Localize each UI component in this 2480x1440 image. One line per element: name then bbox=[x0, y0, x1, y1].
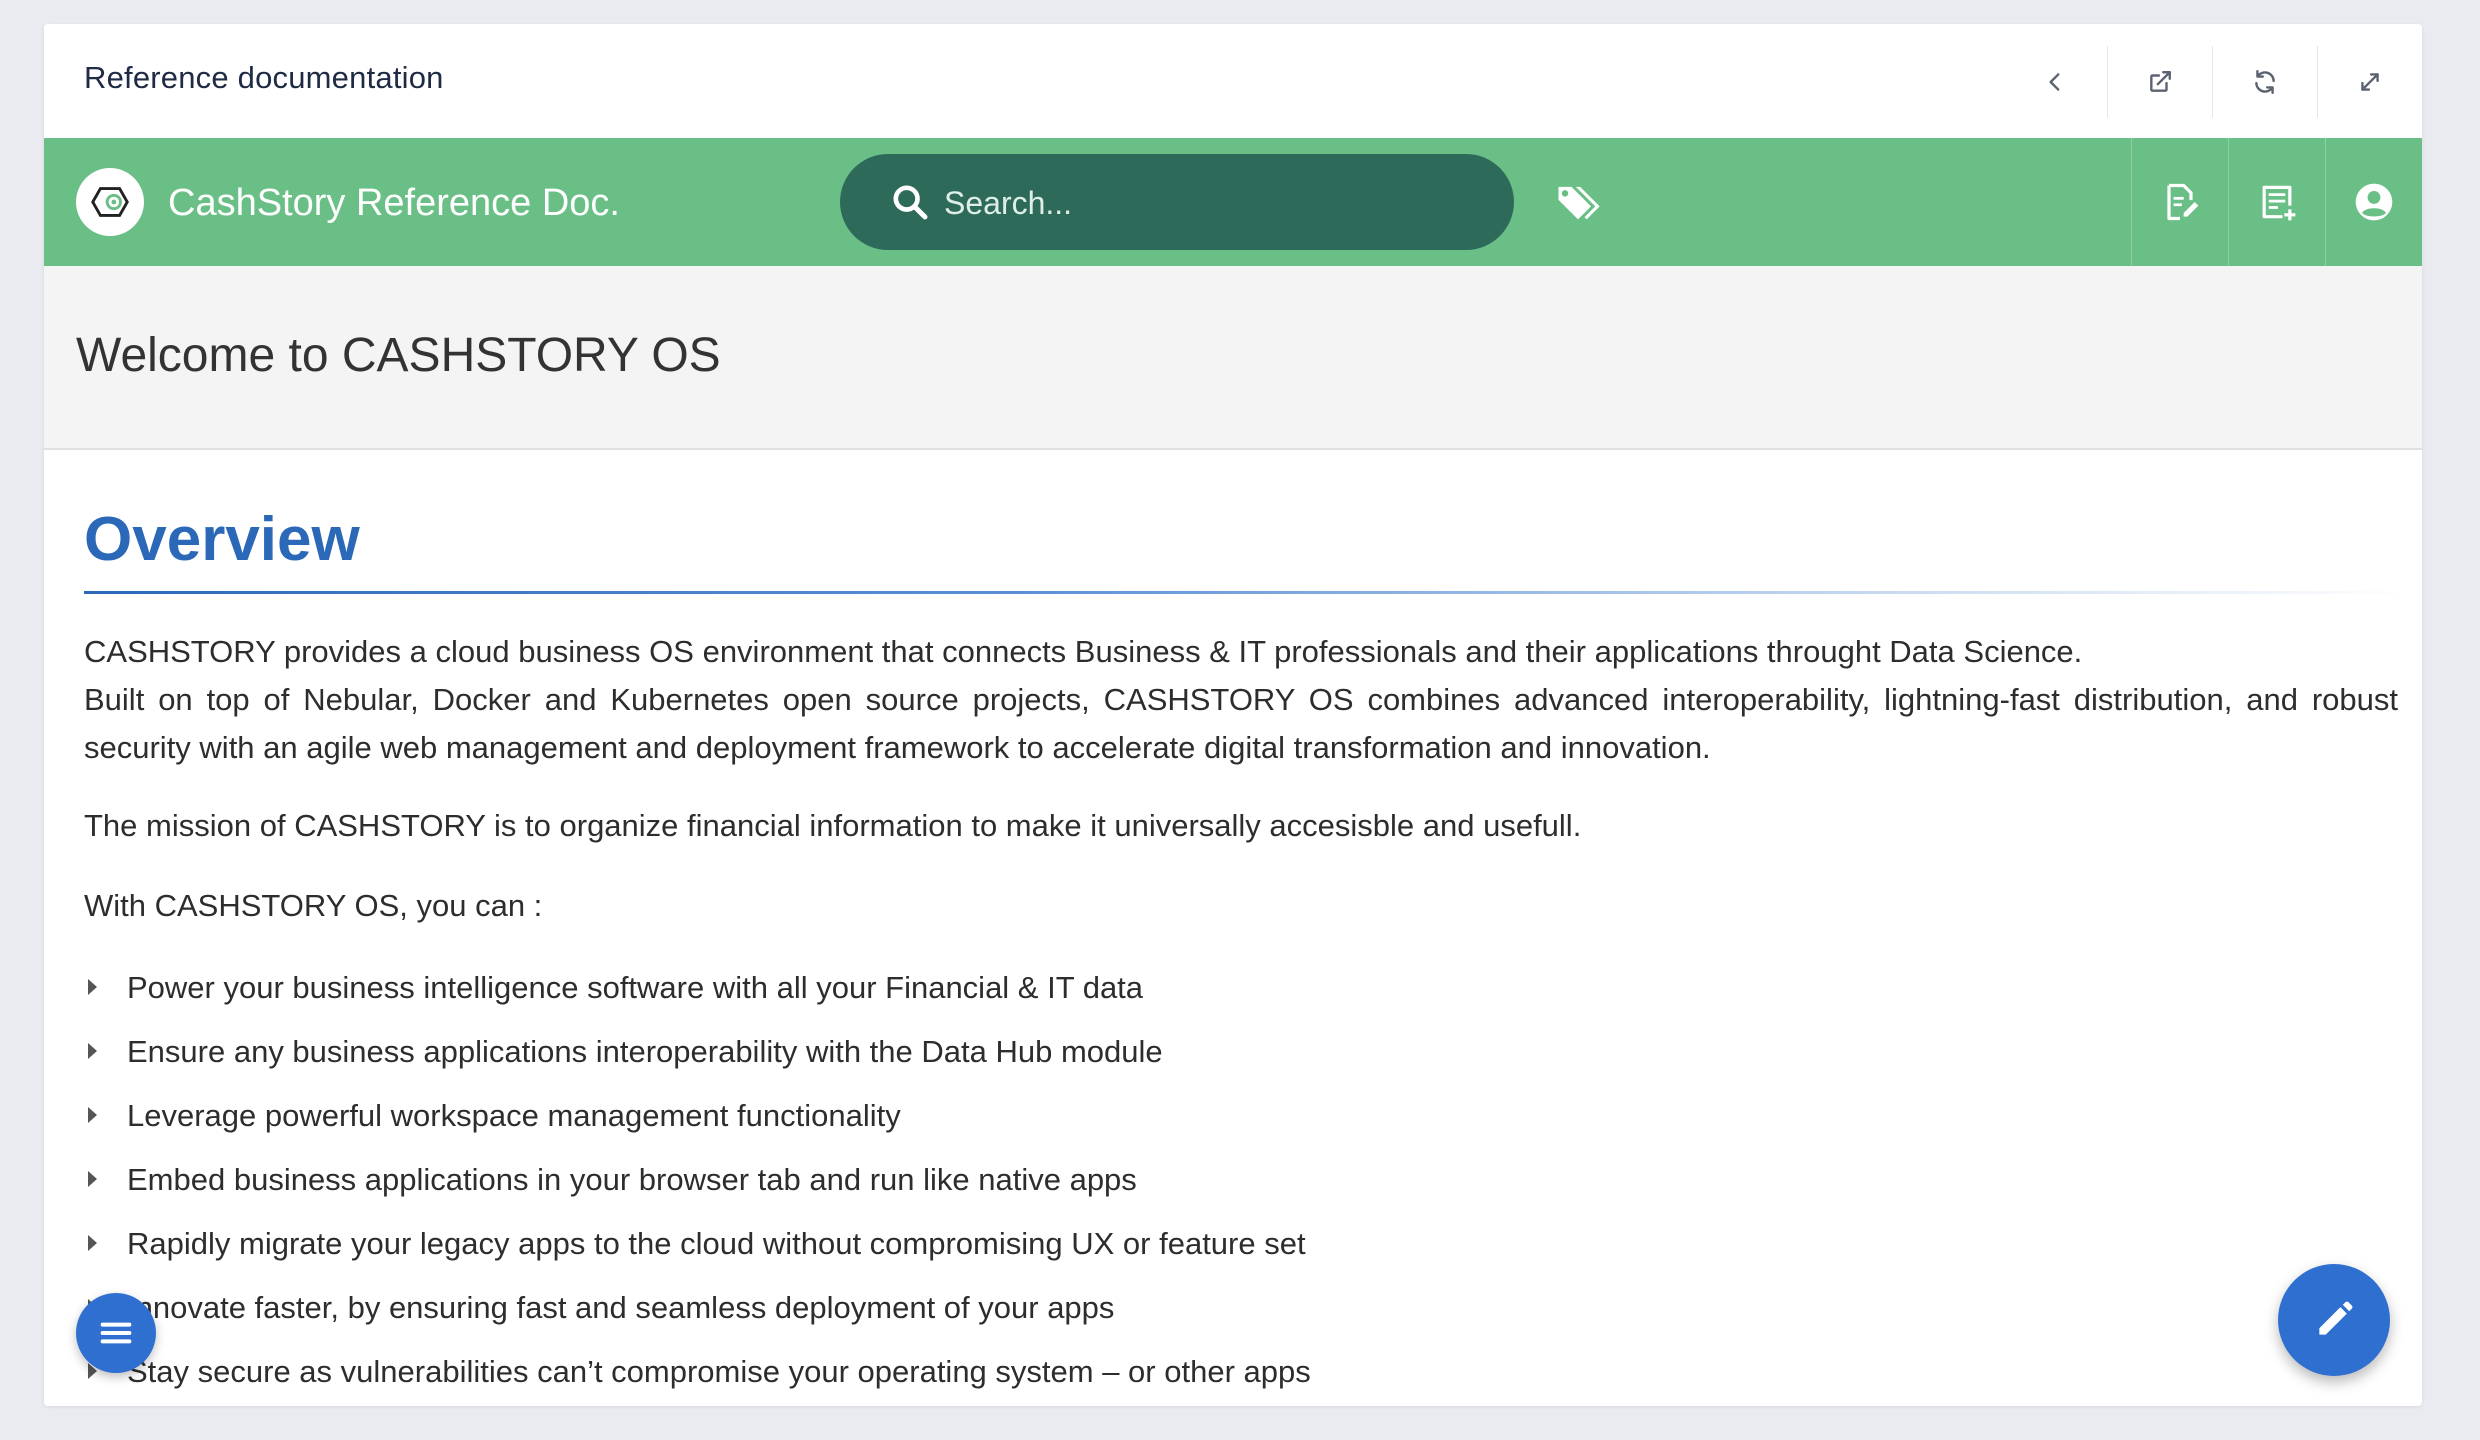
app-bar: CashStory Reference Doc. bbox=[44, 138, 2422, 266]
expand-button[interactable] bbox=[2317, 46, 2422, 118]
edit-fab-button[interactable] bbox=[2278, 1264, 2390, 1376]
capabilities-intro: With CASHSTORY OS, you can : bbox=[84, 888, 543, 923]
caret-right-icon bbox=[88, 1043, 97, 1059]
caret-right-icon bbox=[88, 1107, 97, 1123]
mission-paragraph: The mission of CASHSTORY is to organize … bbox=[84, 808, 1582, 843]
list-item-text: Ensure any business applications interop… bbox=[127, 1034, 1163, 1069]
chevron-left-icon bbox=[2049, 73, 2060, 91]
expand-icon bbox=[2361, 73, 2379, 91]
capabilities-list: Power your business intelligence softwar… bbox=[84, 964, 2398, 1406]
list-item: Innovate faster, by ensuring fast and se… bbox=[84, 1284, 2398, 1348]
caret-right-icon bbox=[88, 1235, 97, 1251]
page-title-band: Welcome to CASHSTORY OS bbox=[44, 266, 2422, 450]
search-icon bbox=[893, 185, 928, 220]
list-item: Stay secure as vulnerabilities can’t com… bbox=[84, 1348, 2398, 1406]
intro-paragraph: CASHSTORY provides a cloud business OS e… bbox=[84, 628, 2398, 772]
back-button[interactable] bbox=[2003, 46, 2107, 118]
cashstory-logo-icon bbox=[91, 187, 129, 217]
panel-header: Reference documentation bbox=[44, 24, 2422, 138]
search-input[interactable] bbox=[942, 174, 1486, 232]
caret-right-icon bbox=[88, 1171, 97, 1187]
intro-line-1: CASHSTORY provides a cloud business OS e… bbox=[84, 634, 2083, 669]
list-item-text: Leverage powerful workspace management f… bbox=[127, 1098, 901, 1133]
list-item: Ensure any business applications interop… bbox=[84, 1028, 2398, 1092]
external-link-icon bbox=[2150, 71, 2171, 92]
app-name: CashStory Reference Doc. bbox=[168, 182, 620, 224]
open-external-button[interactable] bbox=[2107, 46, 2212, 118]
account-icon bbox=[2355, 183, 2393, 221]
list-item: Leverage powerful workspace management f… bbox=[84, 1092, 2398, 1156]
edit-document-button[interactable] bbox=[2131, 138, 2228, 266]
edit-document-icon bbox=[2167, 183, 2199, 221]
caret-right-icon bbox=[88, 979, 97, 995]
doc-content: Overview CASHSTORY provides a cloud busi… bbox=[84, 505, 2414, 1406]
list-item: Rapidly migrate your legacy apps to the … bbox=[84, 1220, 2398, 1284]
tags-button[interactable] bbox=[1552, 176, 1604, 228]
list-item-text: Power your business intelligence softwar… bbox=[127, 970, 1144, 1005]
list-item: Embed business applications in your brow… bbox=[84, 1156, 2398, 1220]
list-item: Power your business intelligence softwar… bbox=[84, 964, 2398, 1028]
tags-icon bbox=[1558, 186, 1600, 220]
list-item-text: Innovate faster, by ensuring fast and se… bbox=[127, 1290, 1115, 1325]
search-bar[interactable] bbox=[840, 154, 1514, 250]
pencil-icon bbox=[2319, 1301, 2353, 1335]
refresh-icon bbox=[2255, 69, 2275, 95]
refresh-button[interactable] bbox=[2212, 46, 2317, 118]
panel-actions bbox=[2003, 46, 2422, 118]
list-item-text: Stay secure as vulnerabilities can’t com… bbox=[127, 1354, 1311, 1389]
panel-title: Reference documentation bbox=[84, 60, 444, 95]
app-logo[interactable] bbox=[76, 168, 144, 236]
menu-icon bbox=[100, 1322, 132, 1344]
menu-fab-button[interactable] bbox=[76, 1293, 156, 1373]
add-note-button[interactable] bbox=[2228, 138, 2325, 266]
list-item-text: Rapidly migrate your legacy apps to the … bbox=[127, 1226, 1306, 1261]
reference-doc-panel: Reference documentation CashStory Refere… bbox=[44, 24, 2422, 1406]
app-bar-actions bbox=[2131, 138, 2422, 266]
section-title: Overview bbox=[84, 505, 360, 574]
list-item-text: Embed business applications in your brow… bbox=[127, 1162, 1137, 1197]
page-title: Welcome to CASHSTORY OS bbox=[76, 329, 721, 382]
add-note-icon bbox=[2262, 185, 2296, 221]
section-divider bbox=[84, 591, 2414, 594]
account-button[interactable] bbox=[2325, 138, 2422, 266]
intro-line-2: Built on top of Nebular, Docker and Kube… bbox=[84, 682, 2398, 765]
